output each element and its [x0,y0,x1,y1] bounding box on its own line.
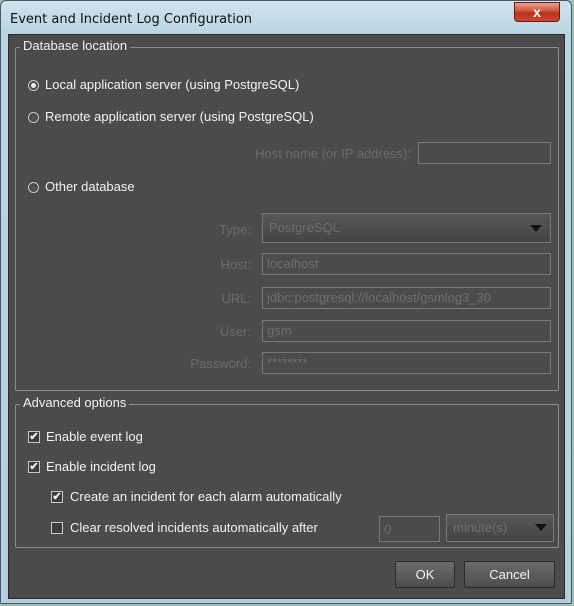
other-database-radio[interactable] [28,182,39,193]
checkmark-icon: ✔ [52,491,62,503]
remote-server-label[interactable]: Remote application server (using Postgre… [45,109,314,124]
clear-resolved-label[interactable]: Clear resolved incidents automatically a… [70,520,318,535]
database-location-legend: Database location [20,38,131,53]
other-database-label[interactable]: Other database [45,179,135,194]
hostname-field[interactable] [418,142,551,164]
url-field[interactable]: jdbc:postgresql://localhost/gsmlog3_30 [262,287,551,309]
enable-event-log-checkbox[interactable]: ✔ [28,431,40,443]
chevron-down-icon [535,524,547,531]
host-label: Host: [220,257,251,272]
password-field[interactable]: ******** [262,352,551,374]
enable-event-log-label[interactable]: Enable event log [46,429,143,444]
host-field[interactable]: localhost [262,253,551,275]
dialog-body: Database location Local application serv… [8,34,565,599]
dialog-window: Event and Incident Log Configuration x D… [0,0,572,604]
checkmark-icon: ✔ [29,461,39,473]
remote-server-radio[interactable] [28,112,39,123]
type-select-value: PostgreSQL [269,220,340,235]
clear-after-value-field[interactable]: 0 [379,516,440,542]
clear-resolved-checkbox[interactable] [51,522,63,534]
create-incident-label[interactable]: Create an incident for each alarm automa… [70,489,342,504]
ok-button[interactable]: OK [395,561,455,588]
chevron-down-icon [530,225,542,232]
checkmark-icon: ✔ [29,431,39,443]
advanced-options-legend: Advanced options [20,395,130,410]
type-label: Type: [219,222,251,237]
type-select[interactable]: PostgreSQL [262,213,551,243]
password-label: Password: [190,356,251,371]
url-label: URL: [221,291,251,306]
close-button[interactable]: x [514,2,560,22]
window-title: Event and Incident Log Configuration [10,12,253,27]
clear-after-unit-value: minute(s) [453,520,508,535]
local-server-radio[interactable] [28,80,39,91]
close-icon: x [533,4,541,20]
user-label: User: [219,324,251,339]
enable-incident-log-label[interactable]: Enable incident log [46,459,156,474]
hostname-label: Host name (or IP address): [255,146,411,161]
clear-after-unit-select[interactable]: minute(s) [446,514,554,542]
cancel-button[interactable]: Cancel [464,561,555,588]
user-field[interactable]: gsm [262,320,551,342]
enable-incident-log-checkbox[interactable]: ✔ [28,461,40,473]
title-bar[interactable]: Event and Incident Log Configuration x [1,1,571,35]
local-server-label[interactable]: Local application server (using PostgreS… [45,77,299,92]
create-incident-checkbox[interactable]: ✔ [51,491,63,503]
